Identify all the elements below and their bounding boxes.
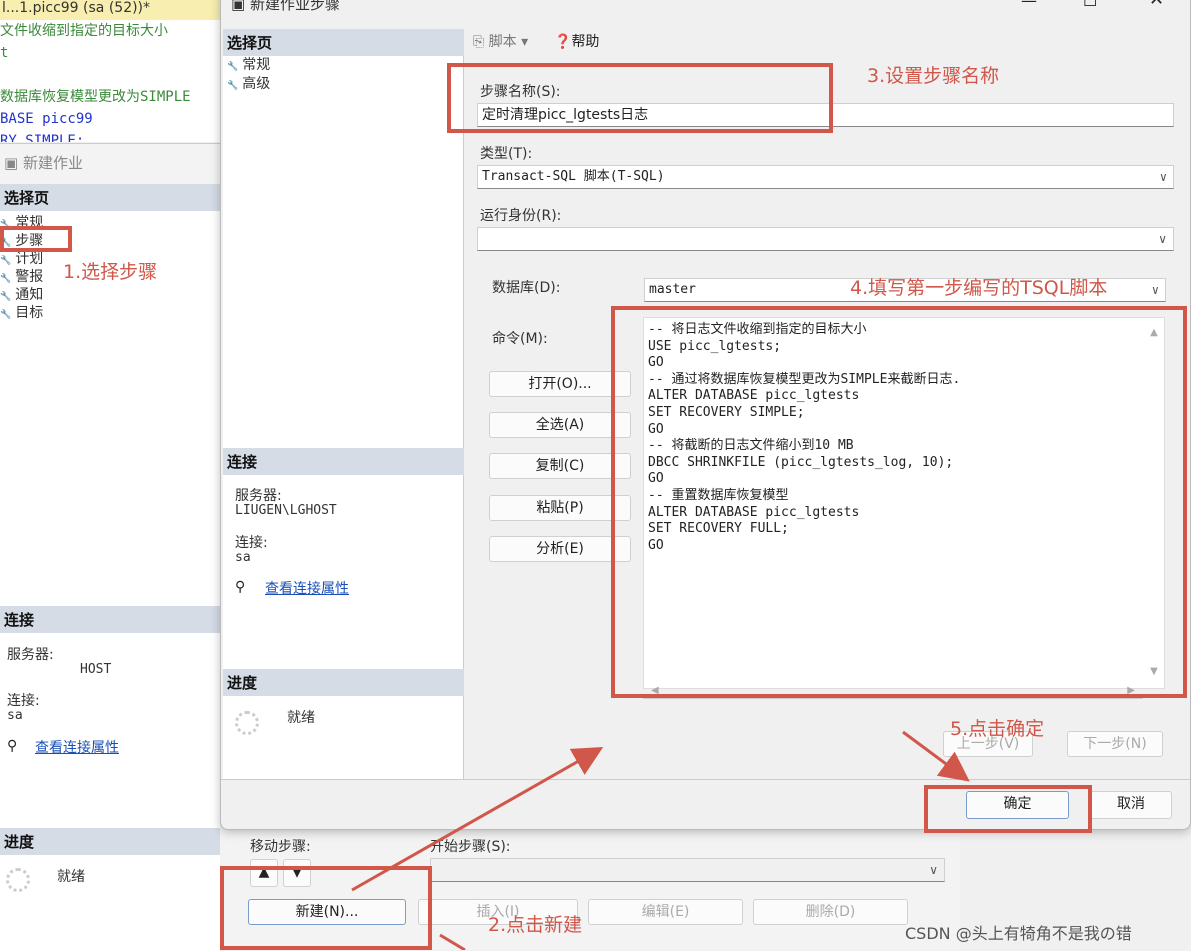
annotation-arrows xyxy=(351,730,970,950)
watermark: CSDN @头上有犄角不是我の错 xyxy=(905,924,1132,943)
arrow xyxy=(351,747,604,892)
arrow xyxy=(439,933,466,950)
arrow xyxy=(902,730,970,782)
